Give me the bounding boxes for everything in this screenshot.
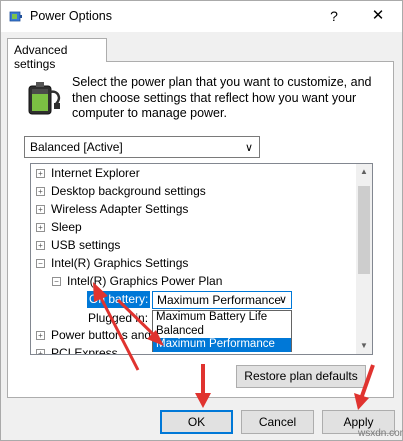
watermark-text: wsxdn.com bbox=[358, 428, 403, 439]
tree-item-wireless-adapter[interactable]: + Wireless Adapter Settings bbox=[36, 200, 188, 218]
on-battery-value: Maximum Performance bbox=[157, 293, 282, 307]
window-title: Power Options bbox=[30, 9, 112, 23]
tree-item-pci-express[interactable]: + PCI Express bbox=[36, 344, 118, 354]
tree-item-label: Internet Explorer bbox=[51, 166, 140, 180]
tree-item-label: Desktop background settings bbox=[51, 184, 206, 198]
tab-advanced-settings[interactable]: Advanced settings bbox=[7, 38, 107, 71]
expand-plus-icon[interactable]: + bbox=[36, 187, 45, 197]
title-bar: Power Options ? ✕ bbox=[1, 1, 402, 32]
tree-item-sleep[interactable]: + Sleep bbox=[36, 218, 82, 236]
power-plan-value: Balanced [Active] bbox=[30, 140, 123, 154]
description-line: Select the power plan that you want to c… bbox=[72, 75, 372, 89]
collapse-minus-icon[interactable]: − bbox=[52, 277, 61, 287]
tree-item-intel-graphics-settings[interactable]: − Intel(R) Graphics Settings bbox=[36, 254, 188, 272]
description-line: then choose settings that reflect how yo… bbox=[72, 90, 357, 105]
cancel-button[interactable]: Cancel bbox=[241, 410, 314, 434]
close-button[interactable]: ✕ bbox=[363, 5, 393, 27]
scroll-thumb[interactable] bbox=[358, 186, 370, 274]
tree-item-plugged-in[interactable]: Plugged in: bbox=[88, 309, 148, 327]
dropdown-option-balanced[interactable]: Balanced bbox=[153, 325, 291, 339]
restore-plan-defaults-button[interactable]: Restore plan defaults bbox=[236, 365, 366, 388]
expand-plus-icon[interactable]: + bbox=[36, 349, 45, 354]
tree-item-label: Sleep bbox=[51, 220, 82, 234]
power-plan-select[interactable]: Balanced [Active] ∨ bbox=[24, 136, 260, 158]
description-line: computer to manage power. bbox=[72, 106, 227, 120]
tree-item-label: Intel(R) Graphics Settings bbox=[51, 256, 189, 270]
tree-item-power-buttons[interactable]: + Power buttons and lid bbox=[36, 326, 166, 344]
chevron-down-icon: ∨ bbox=[278, 294, 287, 306]
expand-plus-icon[interactable]: + bbox=[36, 205, 45, 215]
dropdown-option-max-battery[interactable]: Maximum Battery Life bbox=[153, 311, 291, 325]
dropdown-option-max-performance[interactable]: Maximum Performance bbox=[153, 338, 291, 352]
power-options-icon bbox=[9, 11, 22, 22]
on-battery-dropdown-list: Maximum Battery Life Balanced Maximum Pe… bbox=[152, 310, 292, 352]
tree-item-label: Wireless Adapter Settings bbox=[51, 202, 189, 216]
battery-icon bbox=[28, 82, 61, 115]
scroll-up-icon[interactable]: ▲ bbox=[356, 164, 372, 180]
tree-item-usb-settings[interactable]: + USB settings bbox=[36, 236, 120, 254]
help-button[interactable]: ? bbox=[319, 5, 349, 27]
tree-item-label: Intel(R) Graphics Power Plan bbox=[67, 274, 223, 288]
description-text: Select the power plan that you want to c… bbox=[72, 75, 372, 122]
chevron-down-icon: ∨ bbox=[244, 142, 253, 154]
ok-button[interactable]: OK bbox=[160, 410, 233, 434]
tree-item-label: USB settings bbox=[51, 238, 121, 252]
expand-plus-icon[interactable]: + bbox=[36, 223, 45, 233]
on-battery-select[interactable]: Maximum Performance ∨ bbox=[152, 291, 292, 309]
expand-plus-icon[interactable]: + bbox=[36, 331, 45, 341]
scroll-down-icon[interactable]: ▼ bbox=[356, 338, 372, 354]
tree-item-internet-explorer[interactable]: + Internet Explorer bbox=[36, 164, 140, 182]
tree-item-on-battery[interactable]: On battery: bbox=[87, 291, 151, 308]
expand-plus-icon[interactable]: + bbox=[36, 169, 45, 179]
tree-item-intel-graphics-power-plan[interactable]: − Intel(R) Graphics Power Plan bbox=[52, 272, 222, 290]
collapse-minus-icon[interactable]: − bbox=[36, 259, 45, 269]
tree-item-desktop-background[interactable]: + Desktop background settings bbox=[36, 182, 206, 200]
expand-plus-icon[interactable]: + bbox=[36, 241, 45, 251]
tree-item-label: PCI Express bbox=[51, 346, 118, 354]
tree-item-label: Power buttons and lid bbox=[51, 328, 167, 342]
